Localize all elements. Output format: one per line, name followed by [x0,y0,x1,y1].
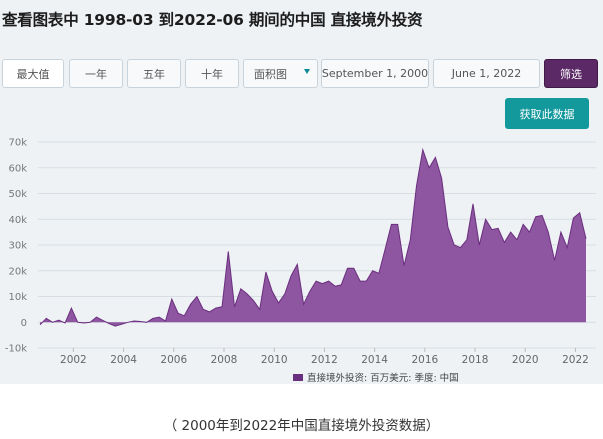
x-tick-label: 2006 [160,354,187,366]
x-tick-label: 2002 [60,354,87,366]
y-tick-label: -10k [5,344,27,355]
end-date-input[interactable]: June 1, 2022 [433,59,540,88]
y-tick-label: 40k [8,215,27,226]
y-tick-label: 30k [8,241,27,252]
range-5y-button[interactable]: 五年 [127,59,181,88]
legend: 直接境外投资: 百万美元: 季度: 中国 [293,372,459,384]
area-chart: -10k 0 10k 20k 30k 40k 50k 60k 70k 2002 2004 2006 2… [5,138,596,384]
y-tick-label: 50k [8,189,27,200]
chevron-down-icon [304,69,310,74]
x-tick-label: 2012 [311,354,338,366]
x-tick-label: 2010 [261,354,288,366]
page-title: 查看图表中 1998-03 到2022-06 期间的中国 直接境外投资 [2,11,423,29]
y-tick-label: 70k [8,138,27,149]
x-tick-label: 2016 [411,354,438,366]
x-tick-label: 2014 [361,354,388,366]
chart-type-select[interactable]: 面积图 [243,59,318,88]
y-tick-label: 10k [8,292,27,303]
filter-button[interactable]: 筛选 [544,59,598,88]
legend-label: 直接境外投资: 百万美元: 季度: 中国 [307,372,459,384]
x-tick-label: 2022 [562,354,589,366]
page-caption: （ 2000年到2022年中国直接境外投资数据） [163,418,440,434]
chart-type-value: 面积图 [254,67,287,81]
x-tick-label: 2018 [462,354,489,366]
range-1y-button[interactable]: 一年 [69,59,123,88]
fetch-data-button[interactable]: 获取此数据 [505,98,589,129]
x-tick-label: 2004 [110,354,137,366]
x-tick-label: 2020 [512,354,539,366]
range-max-button[interactable]: 最大值 [2,59,64,88]
start-date-input[interactable]: September 1, 2000 [321,59,429,88]
y-tick-label: 20k [8,266,27,277]
legend-swatch [293,374,303,381]
chart-panel: 查看图表中 1998-03 到2022-06 期间的中国 直接境外投资 最大值 … [0,0,603,384]
y-tick-label: 60k [8,163,27,174]
y-tick-label: 0 [21,318,27,329]
x-tick-label: 2008 [211,354,238,366]
series-area [40,149,586,327]
range-10y-button[interactable]: 十年 [185,59,239,88]
